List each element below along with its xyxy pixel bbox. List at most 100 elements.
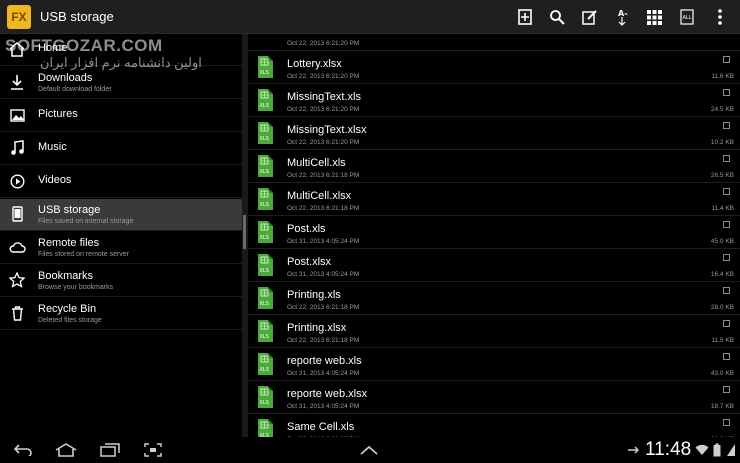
sidebar-item-bookmarks[interactable]: Bookmarks Browse your bookmarks	[0, 265, 242, 297]
file-name: Printing.xlsx	[287, 322, 347, 334]
file-date: Oct 22, 2013 6:21:20 PM	[287, 106, 360, 113]
file-select-checkbox[interactable]	[723, 254, 730, 261]
select-icon[interactable]: ALL	[671, 0, 704, 34]
excel-file-icon: XLS	[258, 155, 273, 177]
file-select-checkbox[interactable]	[723, 221, 730, 228]
file-date: Oct 22, 2013 6:21:20 PM	[287, 73, 360, 80]
file-row[interactable]: XLS Post.xlsx Oct 31, 2013 4:05:24 PM 16.4 …	[248, 249, 740, 282]
sort-icon[interactable]: A-Z	[606, 0, 639, 34]
sidebar-item-label: USB storage	[38, 204, 101, 216]
sidebar-item-remote-files[interactable]: Remote files Files stored on remote serv…	[0, 232, 242, 264]
sidebar-item-videos[interactable]: Videos	[0, 166, 242, 198]
sidebar-item-label: Bookmarks	[38, 270, 94, 282]
sidebar-item-label: Pictures	[38, 108, 78, 120]
file-size: 45.0 KB	[710, 238, 734, 245]
file-date: Oct 31, 2013 4:05:24 PM	[287, 238, 360, 245]
excel-file-icon: XLS	[258, 188, 273, 210]
sidebar-item-pictures[interactable]: Pictures	[0, 100, 242, 132]
file-size: 11.5 KB	[711, 337, 734, 344]
file-size: 11.4 KB	[711, 205, 734, 212]
file-row[interactable]: XLS MultiCell.xls Oct 22, 2013 6:21:18 PM 2…	[248, 150, 740, 183]
grid-view-icon[interactable]	[639, 0, 672, 34]
toolbar-actions: A-Z ALL	[509, 0, 737, 34]
wifi-icon	[695, 437, 709, 463]
trash-icon	[8, 304, 26, 322]
excel-file-icon-text: XLS	[260, 367, 269, 373]
file-size: 43.0 KB	[710, 370, 734, 377]
excel-file-icon-text: XLS	[260, 103, 269, 109]
usb-notification-icon[interactable]	[626, 437, 640, 463]
screenshot-icon[interactable]	[142, 437, 164, 463]
new-file-icon[interactable]	[509, 0, 542, 34]
excel-file-icon: XLS	[258, 56, 273, 78]
sidebar-item-sub: Files stored on remote server	[38, 251, 130, 258]
file-row[interactable]: XLS Post.xls Oct 31, 2013 4:05:24 PM 45.0 K…	[248, 216, 740, 249]
file-select-checkbox[interactable]	[723, 287, 730, 294]
file-select-checkbox[interactable]	[723, 89, 730, 96]
excel-file-icon-text: XLS	[260, 136, 269, 142]
file-size: 26.5 KB	[710, 172, 734, 179]
excel-file-icon: XLS	[258, 122, 273, 144]
select-icon-text: ALL	[683, 15, 692, 21]
file-row[interactable]: Oct 22, 2013 6:21:20 PM	[248, 34, 740, 51]
sidebar-item-label: Videos	[38, 174, 72, 186]
file-name: MissingText.xlsx	[287, 124, 367, 136]
file-row[interactable]: XLS reporte web.xlsx Oct 31, 2013 4:05:24 …	[248, 381, 740, 414]
file-select-checkbox[interactable]	[723, 122, 730, 129]
file-name: MissingText.xls	[287, 91, 361, 103]
excel-file-icon: XLS	[258, 89, 273, 111]
sidebar-item-label: Music	[38, 141, 67, 153]
file-select-checkbox[interactable]	[723, 188, 730, 195]
pane-divider-handle[interactable]	[243, 215, 246, 249]
file-row[interactable]: XLS Lottery.xlsx Oct 22, 2013 6:21:20 PM 11…	[248, 51, 740, 84]
file-date: Oct 22, 2013 6:21:20 PM	[287, 139, 360, 146]
recent-apps-icon[interactable]	[98, 437, 122, 463]
star-icon	[8, 271, 26, 289]
video-icon	[8, 172, 26, 190]
sidebar-item-recycle-bin[interactable]: Recycle Bin Deleted files storage	[0, 298, 242, 330]
excel-file-icon: XLS	[258, 221, 273, 243]
battery-icon	[712, 437, 722, 463]
file-select-checkbox[interactable]	[723, 155, 730, 162]
file-date: Oct 22, 2013 6:21:20 PM	[287, 40, 360, 47]
sidebar-item-music[interactable]: Music	[0, 133, 242, 165]
file-select-checkbox[interactable]	[723, 386, 730, 393]
sidebar-item-sub: Browse your bookmarks	[38, 284, 114, 291]
app-logo[interactable]: FX	[7, 5, 31, 29]
file-name: Post.xls	[287, 223, 326, 235]
excel-file-icon-text: XLS	[260, 301, 269, 307]
cloud-icon	[8, 238, 26, 256]
download-icon	[8, 73, 26, 91]
file-row[interactable]: XLS MultiCell.xlsx Oct 22, 2013 6:21:18 PM…	[248, 183, 740, 216]
file-row[interactable]: XLS MissingText.xls Oct 22, 2013 6:21:20 P…	[248, 84, 740, 117]
file-date: Oct 22, 2013 6:21:18 PM	[287, 304, 360, 311]
back-icon[interactable]	[12, 437, 34, 463]
picture-icon	[8, 106, 26, 124]
file-size: 16.4 KB	[710, 271, 734, 278]
file-row[interactable]: XLS Printing.xlsx Oct 22, 2013 6:21:18 PM 1…	[248, 315, 740, 348]
chevron-up-icon[interactable]	[358, 437, 380, 463]
home-nav-icon[interactable]	[54, 437, 78, 463]
file-select-checkbox[interactable]	[723, 419, 730, 426]
overflow-menu-icon[interactable]	[704, 0, 737, 34]
edit-icon[interactable]	[574, 0, 607, 34]
file-select-checkbox[interactable]	[723, 56, 730, 63]
file-row[interactable]: XLS MissingText.xlsx Oct 22, 2013 6:21:20 …	[248, 117, 740, 150]
search-icon[interactable]	[541, 0, 574, 34]
file-row[interactable]: XLSSame Cell.xlsOct 22, 2013 6:21:20 PM2…	[248, 414, 740, 437]
file-name: Lottery.xlsx	[287, 58, 342, 70]
sidebar-item-downloads[interactable]: Downloads Default download folder	[0, 67, 242, 99]
file-size: 28.0 KB	[710, 304, 734, 311]
file-select-checkbox[interactable]	[723, 320, 730, 327]
sidebar-item-usb-storage[interactable]: USB storage Files saved on internal stor…	[0, 199, 242, 231]
file-name: Same Cell.xls	[287, 421, 355, 433]
file-select-checkbox[interactable]	[723, 353, 730, 360]
excel-file-icon-text: XLS	[260, 202, 269, 208]
file-row[interactable]: XLS Printing.xls Oct 22, 2013 6:21:18 PM 28…	[248, 282, 740, 315]
file-name: Printing.xls	[287, 289, 341, 301]
excel-file-icon: XLS	[258, 386, 273, 408]
page-title: USB storage	[40, 9, 114, 24]
excel-file-icon: XLS	[258, 254, 273, 276]
file-row[interactable]: XLS reporte web.xls Oct 31, 2013 4:05:24 P…	[248, 348, 740, 381]
music-icon	[8, 139, 26, 157]
